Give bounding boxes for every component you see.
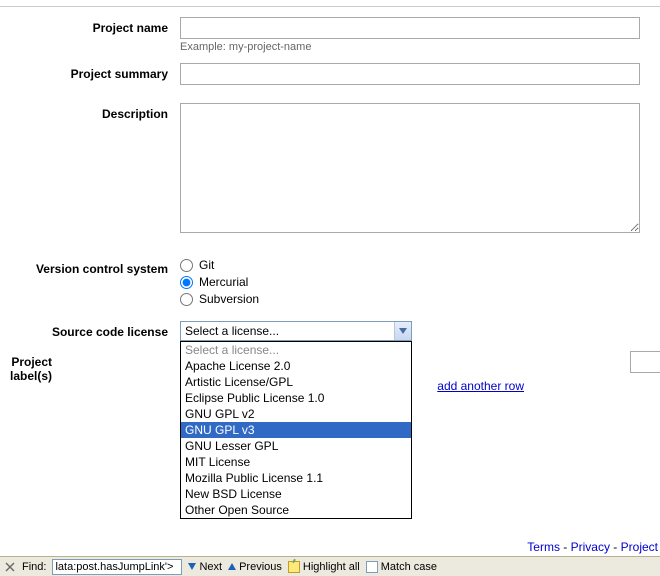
project-labels-label: Project label(s) bbox=[10, 351, 64, 393]
match-case-toggle[interactable]: Match case bbox=[366, 561, 437, 573]
license-option[interactable]: New BSD License bbox=[181, 486, 411, 502]
project-label-input-1[interactable] bbox=[630, 351, 660, 373]
find-input[interactable] bbox=[52, 559, 182, 575]
license-option[interactable]: Artistic License/GPL bbox=[181, 374, 411, 390]
license-label: Source code license bbox=[10, 321, 180, 341]
vcs-subversion-label: Subversion bbox=[199, 292, 259, 306]
vcs-label: Version control system bbox=[10, 258, 180, 309]
license-option[interactable]: GNU Lesser GPL bbox=[181, 438, 411, 454]
license-option[interactable]: Apache License 2.0 bbox=[181, 358, 411, 374]
description-label: Description bbox=[10, 103, 180, 236]
license-option[interactable]: GNU GPL v2 bbox=[181, 406, 411, 422]
description-textarea[interactable] bbox=[180, 103, 640, 233]
project-name-label: Project name bbox=[10, 17, 180, 53]
vcs-mercurial-label: Mercurial bbox=[199, 275, 248, 289]
highlight-icon bbox=[288, 561, 300, 573]
find-previous-button[interactable]: Previous bbox=[228, 561, 282, 573]
license-option[interactable]: Other Open Source bbox=[181, 502, 411, 518]
license-select-display: Select a license... bbox=[185, 324, 279, 338]
project-link[interactable]: Project bbox=[621, 540, 658, 554]
vcs-git-label: Git bbox=[199, 258, 214, 272]
footer-links: Terms - Privacy - Project bbox=[527, 540, 660, 554]
vcs-git-radio[interactable] bbox=[180, 259, 193, 272]
license-option[interactable]: Mozilla Public License 1.1 bbox=[181, 470, 411, 486]
project-summary-input[interactable] bbox=[180, 63, 640, 85]
privacy-link[interactable]: Privacy bbox=[571, 540, 610, 554]
project-name-input[interactable] bbox=[180, 17, 640, 39]
find-label: Find: bbox=[22, 561, 46, 573]
close-icon[interactable] bbox=[4, 561, 16, 573]
vcs-subversion-radio[interactable] bbox=[180, 293, 193, 306]
terms-link[interactable]: Terms bbox=[527, 540, 560, 554]
arrow-up-icon bbox=[228, 563, 236, 570]
license-option[interactable]: GNU GPL v3 bbox=[181, 422, 411, 438]
license-select[interactable]: Select a license... bbox=[180, 321, 412, 341]
find-next-button[interactable]: Next bbox=[188, 561, 222, 573]
chevron-down-icon bbox=[394, 322, 411, 340]
highlight-all-button[interactable]: Highlight all bbox=[288, 561, 360, 573]
license-dropdown[interactable]: Select a license... Apache License 2.0 A… bbox=[180, 341, 412, 519]
vcs-mercurial-radio[interactable] bbox=[180, 276, 193, 289]
arrow-down-icon bbox=[188, 563, 196, 570]
project-name-hint: Example: my-project-name bbox=[180, 41, 650, 53]
license-option[interactable]: MIT License bbox=[181, 454, 411, 470]
project-summary-label: Project summary bbox=[10, 63, 180, 85]
license-option[interactable]: Eclipse Public License 1.0 bbox=[181, 390, 411, 406]
find-bar: Find: Next Previous Highlight all Match … bbox=[0, 556, 660, 576]
checkbox-icon bbox=[366, 561, 378, 573]
license-option[interactable]: Select a license... bbox=[181, 342, 411, 358]
